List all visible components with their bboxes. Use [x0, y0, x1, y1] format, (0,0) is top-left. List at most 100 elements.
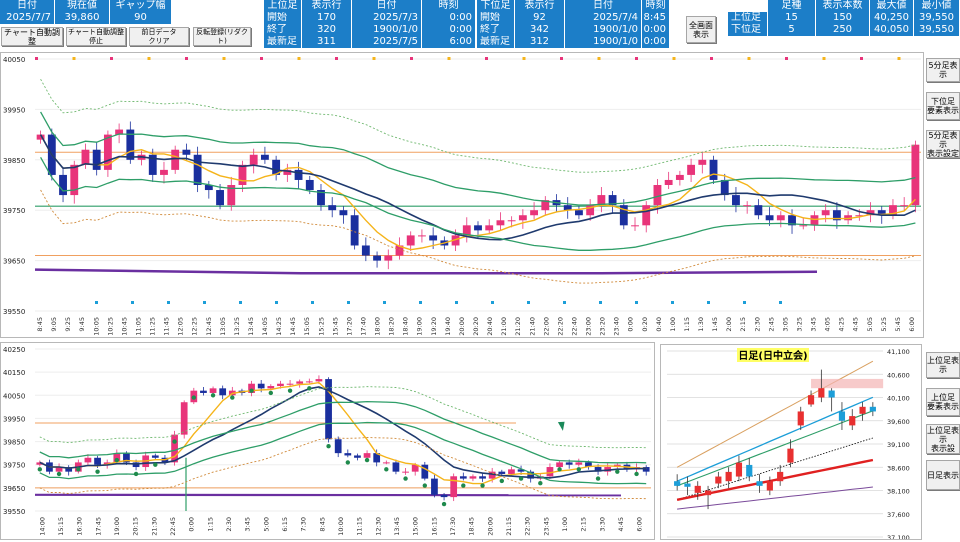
x-tick-label: 22:20	[556, 317, 564, 336]
x-tick-label: 0:00	[627, 317, 635, 332]
x-tick-label: 10:00	[337, 517, 345, 536]
lower-title: 下位足	[477, 0, 515, 12]
x-tick-label: 3:25	[795, 317, 803, 332]
candle-body	[508, 220, 516, 221]
upper-row2-date: 2025/7/5	[352, 36, 422, 48]
x-tick-label: 19:40	[444, 317, 452, 336]
side-button-upper-settings[interactable]: 上位足表示 表示設	[926, 424, 960, 454]
upper-row0-date: 2025/7/3	[352, 12, 422, 24]
candle-body	[642, 205, 650, 225]
x-tick-label: 1:15	[683, 317, 691, 332]
signal-dot	[442, 502, 446, 506]
x-tick-label: 8:45	[36, 317, 44, 332]
candle-body	[754, 205, 762, 215]
x-tick-label: 17:45	[94, 517, 102, 536]
fullscreen-button[interactable]: 全画面 表示	[686, 16, 716, 43]
candle-body	[787, 449, 793, 463]
candle-body	[200, 391, 207, 393]
auto-adjust-button[interactable]: チャート自動調整	[1, 27, 63, 46]
signal-dot	[95, 469, 99, 473]
signal-marker-top	[860, 57, 863, 60]
candle-body	[316, 379, 323, 381]
signal-marker-bottom	[671, 301, 674, 304]
side-button-daily[interactable]: 日足表示	[926, 460, 960, 490]
signal-dot	[500, 479, 504, 483]
candle-body	[93, 150, 101, 170]
signal-marker-top	[560, 57, 563, 60]
x-tick-label: 20:15	[132, 517, 140, 536]
main-chart-panel: 4005039950398503975039650395508:459:059:…	[0, 52, 924, 338]
candle-body	[429, 235, 437, 240]
candle-body	[258, 384, 265, 389]
signal-marker-bottom	[347, 301, 350, 304]
x-tick-label: 14:05	[261, 317, 269, 336]
side-button-upper[interactable]: 上位足表示	[926, 352, 960, 378]
x-tick-label: 1:00	[669, 317, 677, 332]
x-tick-label: 2:30	[753, 317, 761, 332]
x-tick-label: 18:40	[402, 317, 410, 336]
signal-dot	[423, 483, 427, 487]
side-button-5min[interactable]: 5分足表示	[926, 58, 960, 82]
signal-marker-top	[110, 57, 113, 60]
lower-row0-date: 2025/7/4	[565, 12, 642, 24]
x-tick-label: 6:00	[908, 317, 916, 332]
y-tick-label: 39650	[3, 258, 25, 266]
candle-body	[756, 481, 762, 486]
candle-body	[339, 210, 347, 215]
lower-row0-label: 開始	[477, 12, 515, 24]
candle-body	[839, 411, 845, 420]
x-tick-label: 21:20	[514, 317, 522, 336]
signal-dot	[230, 395, 234, 399]
candle-body	[497, 220, 505, 225]
lower-row2-count: 312	[515, 36, 565, 48]
candle-body	[631, 225, 639, 226]
y-tick-label: 39750	[3, 207, 25, 215]
daily-chart: 41,10040,60040,10039,60039,10038,60038,1…	[661, 345, 921, 539]
candle-body	[325, 379, 332, 439]
signal-dot	[192, 395, 196, 399]
x-tick-label: 17:40	[359, 317, 367, 336]
candle-body	[306, 381, 313, 382]
y-tick-label: 40,100	[887, 395, 910, 403]
y-tick-label: 38,100	[887, 488, 910, 496]
signal-dot	[365, 458, 369, 462]
x-tick-label: 0:00	[188, 517, 196, 532]
current-date: 2025/7/7	[0, 12, 55, 24]
x-tick-label: 1:30	[697, 317, 705, 332]
candle-body	[277, 384, 284, 386]
candle-body	[777, 472, 783, 481]
candle-body	[530, 210, 538, 215]
x-tick-label: 9:25	[64, 317, 72, 332]
candle-body	[829, 391, 835, 398]
signal-marker-bottom	[599, 301, 602, 304]
signal-marker-top	[485, 57, 488, 60]
candle-body	[82, 150, 90, 165]
side-button-lower[interactable]: 下位足 要素表示	[926, 92, 960, 120]
candle-body	[171, 435, 178, 463]
signal-marker-bottom	[563, 301, 566, 304]
candle-body	[849, 416, 855, 425]
signal-marker-top	[223, 57, 226, 60]
auto-adjust-stop-button[interactable]: チャート自動調整停止	[66, 27, 126, 46]
signal-marker-top	[823, 57, 826, 60]
side-button-5min-settings[interactable]: 5分足表示 表示設定	[926, 130, 960, 158]
candle-body	[674, 481, 680, 486]
foot-row0-max: 40,250	[870, 12, 914, 24]
signal-dot	[153, 463, 157, 467]
clear-data-button[interactable]: 前日データ クリア	[129, 27, 189, 46]
candle-body	[171, 150, 179, 170]
x-tick-label: 5:05	[866, 317, 874, 332]
x-tick-label: 12:25	[191, 317, 199, 336]
x-tick-label: 2:15	[739, 317, 747, 332]
reflect-button[interactable]: 反転登録(リダクト)	[193, 27, 251, 46]
candle-body	[250, 155, 258, 165]
x-tick-label: 3:30	[598, 517, 606, 532]
foot-type-label: 足種	[768, 0, 816, 12]
candle-body	[383, 462, 390, 463]
y-tick-label: 39750	[3, 462, 25, 470]
side-button-upper-elements[interactable]: 上位足 要素表示	[926, 388, 960, 416]
candle-body	[59, 175, 67, 195]
x-tick-label: 11:25	[149, 317, 157, 336]
candle-body	[767, 481, 773, 490]
x-tick-label: 19:00	[416, 317, 424, 336]
